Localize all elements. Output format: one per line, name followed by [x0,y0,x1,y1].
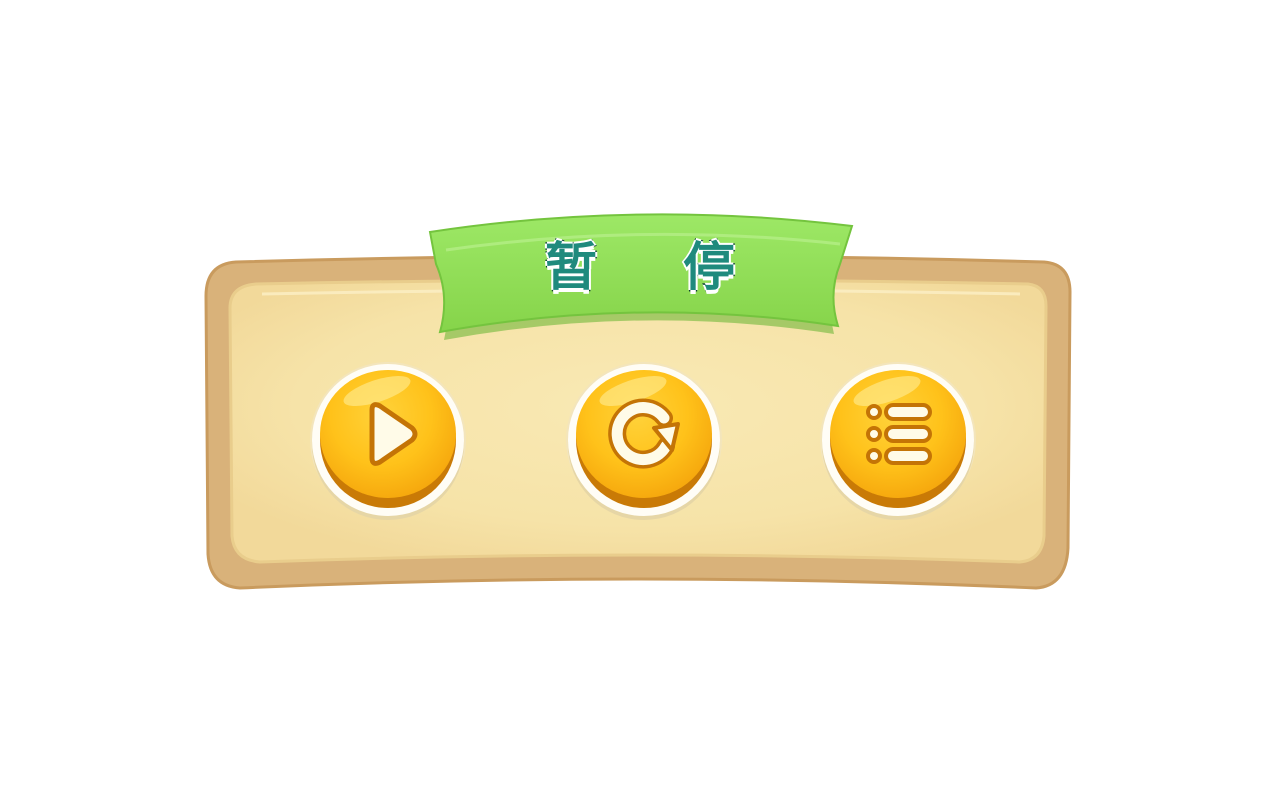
restart-icon [608,398,680,469]
restart-button[interactable] [568,364,720,516]
pause-title: 暂 停 [543,236,770,299]
menu-button[interactable] [822,364,974,516]
pause-screen: 暂 停 [0,0,1280,800]
resume-button[interactable] [312,364,464,516]
play-icon [369,402,418,466]
menu-list-icon [866,403,932,465]
